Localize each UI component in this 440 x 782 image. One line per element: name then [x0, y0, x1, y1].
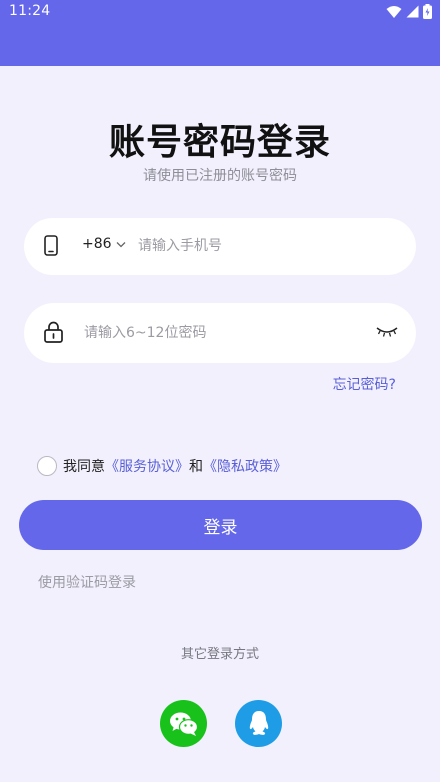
status-bar: 11:24 [0, 0, 440, 66]
country-code-selector[interactable]: +86 [82, 236, 126, 252]
status-icons [386, 4, 432, 19]
country-code: +86 [82, 236, 112, 252]
wechat-login-button[interactable] [160, 700, 207, 747]
eye-closed-icon[interactable] [376, 326, 398, 338]
agreement-checkbox[interactable] [37, 456, 57, 476]
wifi-icon [386, 5, 402, 18]
other-login-title: 其它登录方式 [180, 647, 259, 662]
qq-icon [249, 710, 268, 735]
signal-icon [406, 5, 419, 18]
service-agreement-link[interactable]: 《服务协议》 [105, 456, 189, 476]
agreement-prefix: 我同意 [63, 459, 105, 475]
phone-field[interactable]: +86 [24, 218, 416, 275]
password-field[interactable] [24, 303, 416, 363]
login-button[interactable]: 登录 [19, 500, 422, 550]
agreement-conjunction: 和 [189, 459, 203, 475]
status-time: 11:24 [9, 3, 51, 19]
chevron-down-icon [116, 242, 126, 248]
phone-input[interactable] [138, 234, 378, 258]
battery-icon [423, 4, 432, 19]
page-title: 账号密码登录 [108, 122, 331, 163]
qq-login-button[interactable] [235, 700, 282, 747]
page-subtitle: 请使用已注册的账号密码 [143, 168, 297, 184]
phone-icon [44, 235, 58, 256]
agreement-row: 我同意 《服务协议》 和 《隐私政策》 [37, 456, 287, 476]
forgot-password-link[interactable]: 忘记密码? [333, 374, 396, 394]
password-input[interactable] [84, 321, 354, 345]
sms-login-link[interactable]: 使用验证码登录 [38, 572, 136, 592]
privacy-policy-link[interactable]: 《隐私政策》 [203, 456, 287, 476]
lock-icon [44, 321, 63, 343]
wechat-icon [169, 712, 198, 736]
